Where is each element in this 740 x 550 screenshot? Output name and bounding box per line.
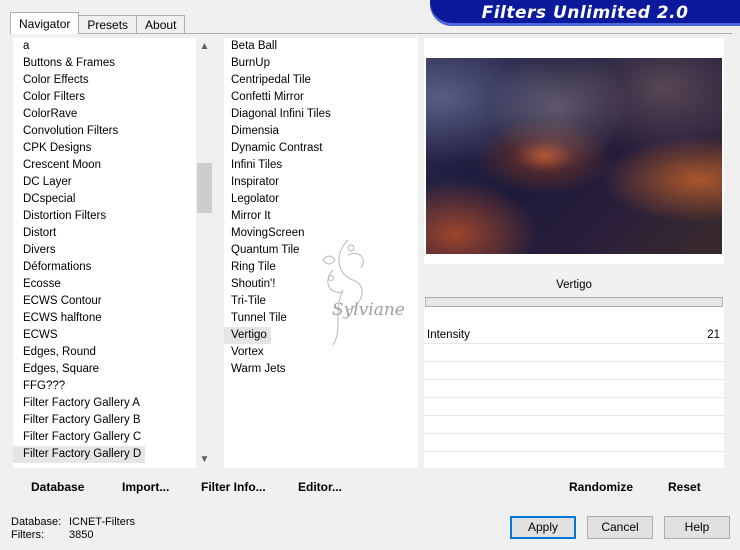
category-item[interactable]: Edges, Round bbox=[13, 344, 213, 361]
editor-button[interactable]: Editor... bbox=[298, 480, 342, 494]
category-item[interactable]: Déformations bbox=[13, 259, 213, 276]
tab-divider bbox=[10, 33, 732, 34]
category-item[interactable]: Buttons & Frames bbox=[13, 55, 213, 72]
randomize-button[interactable]: Randomize bbox=[569, 480, 633, 494]
category-item[interactable]: a bbox=[13, 38, 213, 55]
filter-item[interactable]: BurnUp bbox=[224, 55, 418, 72]
category-item[interactable]: Ecosse bbox=[13, 276, 213, 293]
reset-button[interactable]: Reset bbox=[668, 480, 701, 494]
filter-preview-image bbox=[426, 58, 722, 254]
filter-item[interactable]: Centripedal Tile bbox=[224, 72, 418, 89]
filter-item[interactable]: Warm Jets bbox=[224, 361, 418, 378]
param-row-empty bbox=[424, 345, 724, 362]
category-item[interactable]: CPK Designs bbox=[13, 140, 213, 157]
database-value: ICNET-Filters bbox=[69, 516, 135, 528]
filter-list[interactable]: Beta Ball BurnUp Centripedal Tile Confet… bbox=[224, 38, 418, 468]
filter-item[interactable]: Inspirator bbox=[224, 174, 418, 191]
category-item[interactable]: Crescent Moon bbox=[13, 157, 213, 174]
filter-controls: Vertigo Intensity 21 bbox=[424, 272, 724, 468]
param-row-empty bbox=[424, 417, 724, 434]
filter-item-selected[interactable]: Vertigo bbox=[224, 327, 271, 344]
category-item[interactable]: FFG??? bbox=[13, 378, 213, 395]
tab-strip: Navigator Presets About bbox=[10, 12, 186, 34]
chevron-down-icon[interactable]: ▼ bbox=[196, 451, 213, 468]
category-item[interactable]: Color Effects bbox=[13, 72, 213, 89]
category-item[interactable]: Distortion Filters bbox=[13, 208, 213, 225]
database-label: Database: bbox=[11, 516, 62, 528]
chevron-up-icon[interactable]: ▲ bbox=[196, 38, 213, 55]
param-label: Intensity bbox=[427, 329, 470, 341]
tab-navigator[interactable]: Navigator bbox=[10, 12, 80, 34]
param-row-empty bbox=[424, 363, 724, 380]
category-item[interactable]: Distort bbox=[13, 225, 213, 242]
filter-item[interactable]: Quantum Tile bbox=[224, 242, 418, 259]
category-item[interactable]: Convolution Filters bbox=[13, 123, 213, 140]
filter-title-bar bbox=[425, 297, 723, 307]
param-row-intensity[interactable]: Intensity 21 bbox=[424, 327, 724, 344]
filter-item[interactable]: Diagonal Infini Tiles bbox=[224, 106, 418, 123]
filter-item[interactable]: Shoutin'! bbox=[224, 276, 418, 293]
filter-item[interactable]: MovingScreen bbox=[224, 225, 418, 242]
category-item[interactable]: DC Layer bbox=[13, 174, 213, 191]
filter-item[interactable]: Vortex bbox=[224, 344, 418, 361]
filter-item[interactable]: Ring Tile bbox=[224, 259, 418, 276]
app-title-banner: Filters Unlimited 2.0 bbox=[430, 0, 740, 26]
category-item[interactable]: Edges, Square bbox=[13, 361, 213, 378]
category-item[interactable]: Filter Factory Gallery C bbox=[13, 429, 213, 446]
param-row-empty bbox=[424, 381, 724, 398]
filter-item[interactable]: Infini Tiles bbox=[224, 157, 418, 174]
tab-about[interactable]: About bbox=[136, 15, 186, 34]
category-item[interactable]: ColorRave bbox=[13, 106, 213, 123]
filter-item[interactable]: Dynamic Contrast bbox=[224, 140, 418, 157]
filter-info-button[interactable]: Filter Info... bbox=[201, 480, 266, 494]
category-item-selected[interactable]: Filter Factory Gallery D bbox=[13, 446, 146, 463]
category-item[interactable]: ECWS Contour bbox=[13, 293, 213, 310]
help-button[interactable]: Help bbox=[664, 516, 730, 539]
param-value: 21 bbox=[707, 329, 720, 341]
filters-count-label: Filters: bbox=[11, 529, 44, 541]
tab-presets[interactable]: Presets bbox=[78, 15, 138, 34]
category-item[interactable]: Filter Factory Gallery B bbox=[13, 412, 213, 429]
category-scrollbar[interactable]: ▲ ▼ bbox=[196, 38, 213, 468]
apply-button[interactable]: Apply bbox=[510, 516, 576, 539]
preview-panel bbox=[424, 38, 724, 264]
filter-item[interactable]: Beta Ball bbox=[224, 38, 418, 55]
database-button[interactable]: Database bbox=[31, 480, 84, 494]
filters-count-value: 3850 bbox=[69, 529, 94, 541]
navigator-button-bar: Database Import... Filter Info... Editor… bbox=[13, 474, 418, 500]
category-item[interactable]: ECWS halftone bbox=[13, 310, 213, 327]
scrollbar-thumb[interactable] bbox=[197, 163, 212, 213]
import-button[interactable]: Import... bbox=[122, 480, 169, 494]
controls-button-bar: Randomize Reset bbox=[424, 474, 724, 500]
category-item[interactable]: Filter Factory Gallery A bbox=[13, 395, 213, 412]
filter-item[interactable]: Legolator bbox=[224, 191, 418, 208]
category-list[interactable]: a Buttons & Frames Color Effects Color F… bbox=[13, 38, 213, 468]
cancel-button[interactable]: Cancel bbox=[587, 516, 653, 539]
param-row-empty bbox=[424, 435, 724, 452]
category-item[interactable]: DCspecial bbox=[13, 191, 213, 208]
filter-name-heading: Vertigo bbox=[424, 272, 724, 298]
status-info: Database: ICNET-Filters Filters: 3850 bbox=[11, 516, 135, 542]
filter-item[interactable]: Mirror It bbox=[224, 208, 418, 225]
filter-item[interactable]: Dimensia bbox=[224, 123, 418, 140]
category-item[interactable]: ECWS bbox=[13, 327, 213, 344]
category-item[interactable]: Color Filters bbox=[13, 89, 213, 106]
category-item[interactable]: Divers bbox=[13, 242, 213, 259]
param-row-empty bbox=[424, 399, 724, 416]
filter-item[interactable]: Confetti Mirror bbox=[224, 89, 418, 106]
watermark-text: Sylviane bbox=[332, 300, 405, 320]
